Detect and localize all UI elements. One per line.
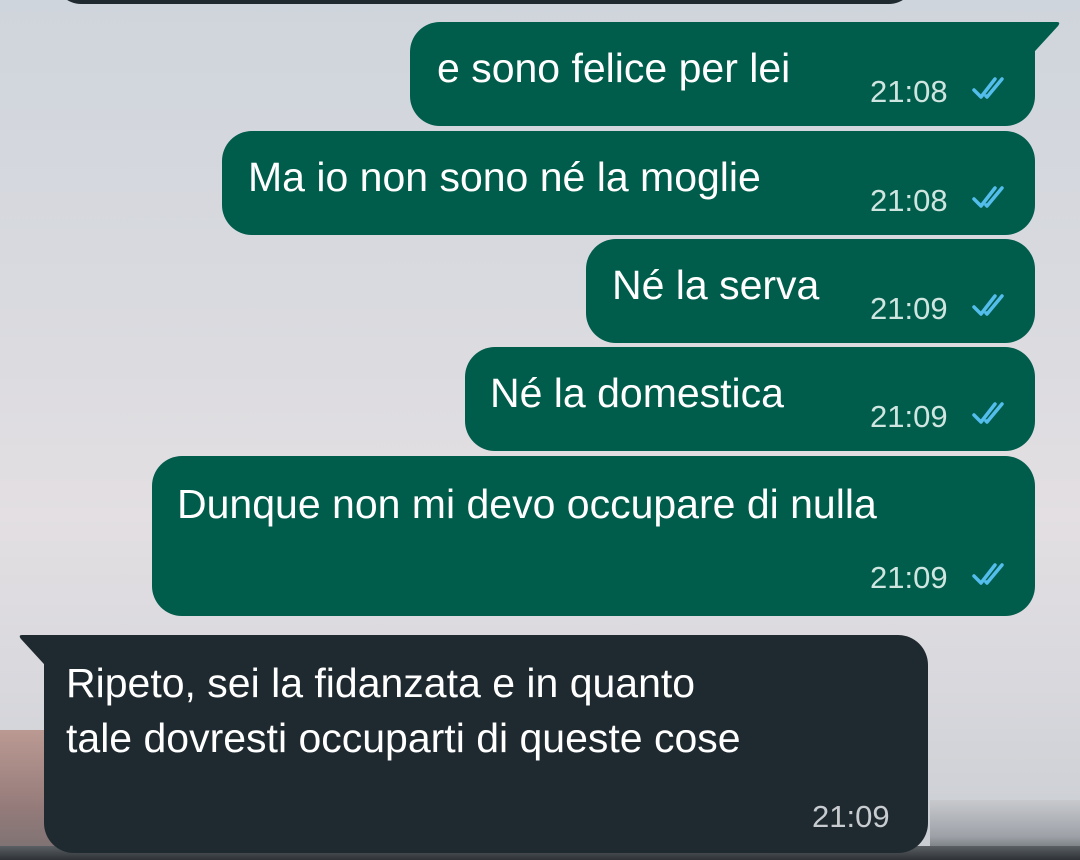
message-text-line: tale dovresti occuparti di queste cose bbox=[66, 715, 741, 761]
read-ticks-icon bbox=[972, 186, 1004, 208]
message-time: 21:08 bbox=[870, 74, 948, 109]
message-outgoing[interactable]: Dunque non mi devo occupare di nulla 21:… bbox=[152, 456, 1035, 616]
read-ticks-icon bbox=[972, 563, 1004, 585]
message-time: 21:09 bbox=[870, 399, 948, 434]
message-text: Dunque non mi devo occupare di nulla bbox=[177, 481, 877, 527]
message-incoming[interactable]: Ripeto, sei la fidanzata e in quanto tal… bbox=[44, 635, 928, 853]
message-outgoing[interactable]: Né la serva 21:09 bbox=[586, 239, 1035, 343]
message-time: 21:09 bbox=[870, 291, 948, 326]
message-time: 21:09 bbox=[812, 799, 890, 834]
message-text-line: Ripeto, sei la fidanzata e in quanto bbox=[66, 660, 696, 706]
message-outgoing[interactable]: e sono felice per lei 21:08 bbox=[410, 22, 1035, 126]
message-text: e sono felice per lei bbox=[437, 45, 791, 91]
read-ticks-icon bbox=[972, 294, 1004, 316]
read-ticks-icon bbox=[972, 402, 1004, 424]
message-outgoing[interactable]: Né la domestica 21:09 bbox=[465, 347, 1035, 451]
previous-message-bubble[interactable] bbox=[55, 0, 915, 4]
read-ticks-icon bbox=[972, 77, 1004, 99]
message-outgoing[interactable]: Ma io non sono né la moglie 21:08 bbox=[222, 131, 1035, 235]
message-text: Ma io non sono né la moglie bbox=[248, 154, 761, 200]
message-text: Né la serva bbox=[612, 262, 820, 308]
message-text: Né la domestica bbox=[490, 370, 784, 416]
message-time: 21:09 bbox=[870, 560, 948, 595]
message-time: 21:08 bbox=[870, 183, 948, 218]
